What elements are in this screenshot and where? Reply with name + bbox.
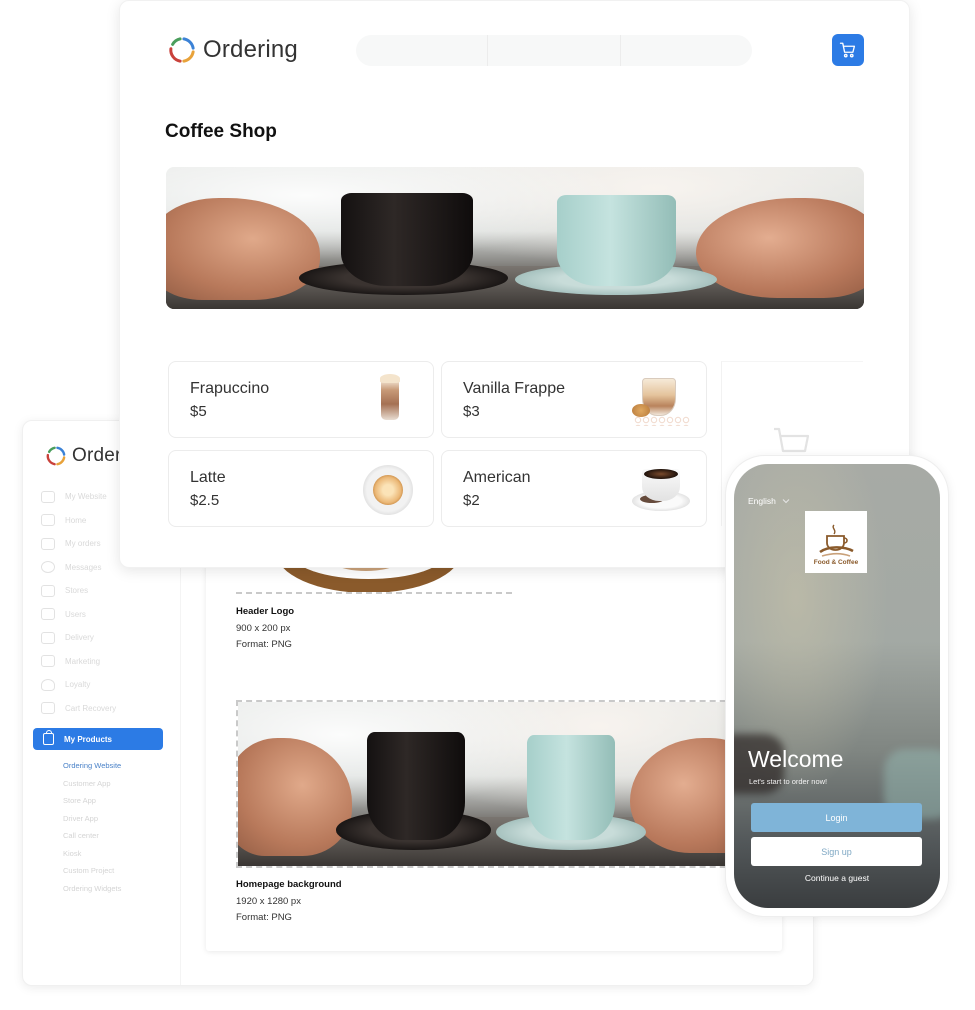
product-name: American — [463, 469, 531, 486]
product-price: $2 — [463, 492, 480, 509]
shopping-bag-icon — [43, 730, 54, 745]
sub-item-kiosk[interactable]: Kiosk — [63, 849, 121, 867]
sub-item-custom-project[interactable]: Custom Project — [63, 866, 121, 884]
nav-label: My orders — [65, 539, 101, 549]
site-logo[interactable]: Ordering — [167, 35, 298, 65]
nav-label: My Products — [64, 734, 113, 744]
sub-item-call-center[interactable]: Call center — [63, 831, 121, 849]
nav-item-loyalty[interactable]: Loyalty — [41, 673, 181, 697]
loyalty-icon — [41, 678, 55, 691]
coffee-cup-logo-icon — [819, 524, 854, 557]
nav-item-my-products[interactable]: My Products — [33, 728, 163, 750]
sub-item-customer-app[interactable]: Customer App — [63, 779, 121, 797]
search-segment[interactable] — [621, 35, 752, 66]
frapuccino-image — [359, 372, 417, 428]
product-price: $3 — [463, 403, 480, 420]
continue-as-guest-link[interactable]: Continue a guest — [734, 873, 940, 883]
welcome-title: Welcome — [748, 746, 844, 772]
marketing-icon — [41, 655, 55, 668]
search-segment[interactable] — [356, 35, 489, 66]
nav-label: Messages — [65, 562, 102, 572]
assets-panel: Header Logo 900 x 200 px Format: PNG Hom… — [206, 561, 782, 951]
american-coffee-image — [632, 461, 690, 517]
product-card[interactable]: Frapuccino $5 — [168, 361, 434, 438]
nav-item-cart-recovery[interactable]: Cart Recovery — [41, 697, 181, 721]
nav-label: Loyalty — [65, 680, 91, 690]
product-card[interactable]: American $2 — [441, 450, 707, 527]
page-title: Coffee Shop — [165, 121, 277, 142]
chevron-down-icon — [782, 499, 790, 504]
empty-cart-icon — [774, 427, 810, 453]
ordering-logo-ring-icon — [169, 37, 195, 63]
login-button[interactable]: Login — [751, 803, 922, 832]
search-segment[interactable] — [488, 35, 621, 66]
sub-item-driver-app[interactable]: Driver App — [63, 814, 121, 832]
homepage-background-preview[interactable] — [236, 700, 756, 868]
nav-label: Delivery — [65, 633, 94, 643]
product-name: Vanilla Frappe — [463, 380, 565, 397]
welcome-subtitle: Let's start to order now! — [749, 777, 828, 786]
nav-item-marketing[interactable]: Marketing — [41, 650, 181, 674]
asset-size: 900 x 200 px — [236, 622, 291, 634]
header-logo-meta: Header Logo 900 x 200 px Format: PNG — [236, 604, 294, 654]
language-value: English — [748, 496, 776, 506]
nav-item-stores[interactable]: Stores — [41, 579, 181, 603]
signup-button[interactable]: Sign up — [751, 837, 922, 866]
website-icon — [41, 490, 55, 503]
users-icon — [41, 608, 55, 621]
nav-label: Marketing — [65, 656, 101, 666]
nav-label: Home — [65, 515, 87, 525]
coffee-cups-photo — [238, 702, 754, 866]
vanilla-frappe-image — [632, 372, 690, 428]
cart-button[interactable] — [832, 34, 864, 66]
product-price: $5 — [190, 403, 207, 420]
home-icon — [41, 514, 55, 527]
nav-item-delivery[interactable]: Delivery — [41, 626, 181, 650]
product-card[interactable]: Latte $2.5 — [168, 450, 434, 527]
ordering-logo-ring-icon — [46, 446, 66, 466]
asset-format: Format: PNG — [236, 912, 292, 923]
nav-label: Cart Recovery — [65, 703, 117, 713]
product-price: $2.5 — [190, 492, 220, 509]
nav-label: My Website — [65, 492, 107, 502]
site-search-bar[interactable] — [356, 35, 752, 66]
nav-label: Users — [65, 609, 86, 619]
cart-recovery-icon — [41, 702, 55, 715]
stores-icon — [41, 584, 55, 597]
brand-logo: Food & Coffee — [805, 511, 867, 573]
sub-item-ordering-widgets[interactable]: Ordering Widgets — [63, 884, 121, 902]
site-brand-name: Ordering — [203, 36, 298, 63]
nav-item-users[interactable]: Users — [41, 603, 181, 627]
customer-app-phone: English Food & Coffee Welcome Let's star… — [725, 455, 949, 917]
language-selector[interactable]: English — [748, 496, 790, 506]
product-name: Latte — [190, 469, 226, 486]
delivery-icon — [41, 631, 55, 644]
asset-title: Homepage background — [236, 879, 342, 890]
nav-label: Stores — [65, 586, 89, 596]
sub-item-store-app[interactable]: Store App — [63, 796, 121, 814]
latte-image — [359, 461, 417, 517]
messages-icon — [41, 561, 55, 574]
coffee-cups-photo — [166, 167, 864, 309]
asset-size: 1920 x 1280 px — [236, 895, 301, 907]
homepage-background-meta: Homepage background 1920 x 1280 px Forma… — [236, 877, 342, 927]
orders-icon — [41, 537, 55, 550]
brand-logo-text: Food & Coffee — [813, 559, 859, 566]
product-name: Frapuccino — [190, 380, 270, 397]
hero-banner — [166, 167, 864, 309]
shopping-cart-icon — [839, 42, 856, 58]
product-card[interactable]: Vanilla Frappe $3 — [441, 361, 707, 438]
asset-format: Format: PNG — [236, 639, 292, 650]
sub-item-ordering-website[interactable]: Ordering Website — [63, 761, 121, 779]
my-products-submenu: Ordering Website Customer App Store App … — [63, 761, 121, 901]
phone-screen: English Food & Coffee Welcome Let's star… — [734, 464, 940, 908]
asset-title: Header Logo — [236, 606, 295, 617]
